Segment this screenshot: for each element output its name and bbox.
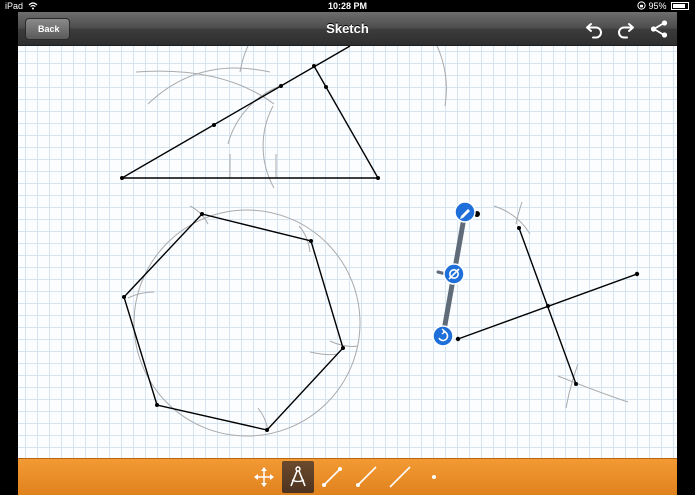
line-tool-button[interactable]	[384, 461, 416, 493]
construction-arc	[135, 70, 275, 105]
battery-icon	[671, 2, 689, 10]
pencil-handle-icon[interactable]	[454, 201, 476, 223]
perpendicular-points	[455, 211, 640, 386]
point[interactable]	[120, 176, 124, 180]
construction-arc	[493, 205, 531, 235]
undo-icon[interactable]	[584, 18, 606, 40]
point[interactable]	[634, 271, 640, 277]
construction-arc	[127, 291, 155, 299]
point[interactable]	[324, 85, 328, 89]
battery-percent: 95%	[648, 1, 667, 11]
segment-tool-icon	[322, 467, 342, 487]
point[interactable]	[546, 304, 550, 308]
construction-arc	[565, 363, 579, 409]
navigation-bar: Back Sketch	[18, 12, 677, 46]
move-arrows-icon	[254, 467, 274, 487]
construction-arc	[329, 340, 359, 347]
move-tool-button[interactable]	[248, 461, 280, 493]
point[interactable]	[376, 176, 380, 180]
ray-tool-icon	[356, 466, 377, 487]
construction-arc	[257, 407, 269, 432]
point[interactable]	[455, 336, 461, 342]
ray-tool-button[interactable]	[350, 461, 382, 493]
construction-arc	[147, 67, 271, 105]
point[interactable]	[341, 346, 345, 350]
compass-icon	[290, 466, 306, 487]
share-icon[interactable]	[648, 18, 670, 40]
construction-circle	[133, 209, 361, 437]
point[interactable]	[212, 123, 216, 127]
segment-tool-button[interactable]	[316, 461, 348, 493]
status-right: 95%	[637, 0, 689, 12]
triangle	[121, 46, 379, 179]
point-tool-button[interactable]	[418, 461, 450, 493]
construction-arc	[227, 85, 281, 145]
point[interactable]	[200, 212, 204, 216]
point[interactable]	[574, 382, 578, 386]
orientation-lock-icon	[637, 1, 646, 10]
construction-arcs	[127, 46, 629, 437]
compass-tool-button[interactable]	[282, 461, 314, 493]
construction-arc	[262, 105, 275, 189]
construction-arc	[239, 46, 447, 107]
page-title: Sketch	[326, 21, 369, 36]
status-bar: iPad 10:28 PM 95%	[0, 0, 695, 12]
tool-bar	[18, 458, 677, 495]
point[interactable]	[155, 403, 159, 407]
point[interactable]	[312, 64, 316, 68]
redo-icon[interactable]	[614, 18, 636, 40]
heptagon	[123, 213, 344, 431]
point[interactable]	[265, 428, 269, 432]
point[interactable]	[122, 295, 126, 299]
sketch-drawing[interactable]	[18, 46, 677, 458]
construction-arc	[309, 351, 339, 356]
point[interactable]	[517, 226, 521, 230]
point[interactable]	[279, 84, 283, 88]
triangle-points	[120, 64, 380, 180]
triangle-side	[313, 65, 379, 179]
point-tool-icon	[432, 475, 436, 479]
rotate-handle-icon[interactable]	[432, 325, 454, 347]
point[interactable]	[309, 239, 313, 243]
adjust-radius-icon[interactable]	[443, 263, 465, 285]
status-time: 10:28 PM	[327, 1, 368, 11]
sketch-canvas[interactable]	[18, 46, 677, 458]
line-tool-icon	[389, 466, 411, 488]
selected-compass[interactable]	[432, 201, 476, 347]
